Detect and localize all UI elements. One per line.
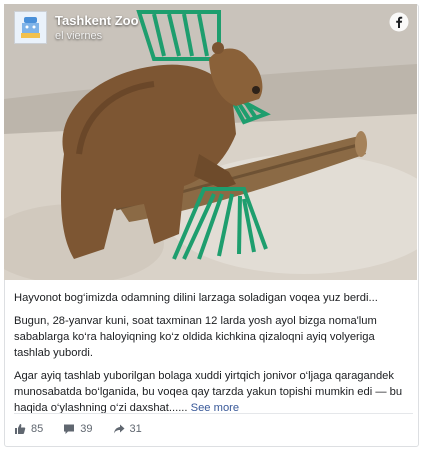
likes-count: 85	[31, 423, 44, 435]
post-timestamp[interactable]: el viernes	[55, 30, 102, 42]
post-stats: 85 39 31	[14, 420, 162, 438]
footer-divider	[14, 413, 413, 414]
post-header: Tashkent Zoo el viernes	[4, 4, 417, 50]
thumbs-up-icon	[15, 424, 26, 434]
shares-count: 31	[129, 423, 142, 435]
comment-icon	[64, 424, 75, 434]
post-paragraph-3: Agar ayiq tashlab yuborilgan bolaga xudd…	[14, 368, 406, 416]
post-text: Hayvonot bog‘imizda odamning dilini larz…	[14, 290, 406, 423]
likes-stat[interactable]: 85	[14, 423, 43, 435]
facebook-icon[interactable]	[389, 12, 409, 32]
page-avatar[interactable]	[14, 11, 47, 44]
post-paragraph-1: Hayvonot bog‘imizda odamning dilini larz…	[14, 292, 378, 304]
comments-stat[interactable]: 39	[63, 423, 93, 435]
comments-count: 39	[80, 423, 93, 435]
post-paragraph-2: Bugun, 28-yanvar kuni, soat taxminan 12 …	[14, 315, 377, 359]
zoo-logo-icon	[15, 12, 46, 43]
shares-stat[interactable]: 31	[113, 423, 142, 435]
page-name-link[interactable]: Tashkent Zoo	[55, 13, 139, 28]
share-arrow-icon	[113, 424, 124, 434]
